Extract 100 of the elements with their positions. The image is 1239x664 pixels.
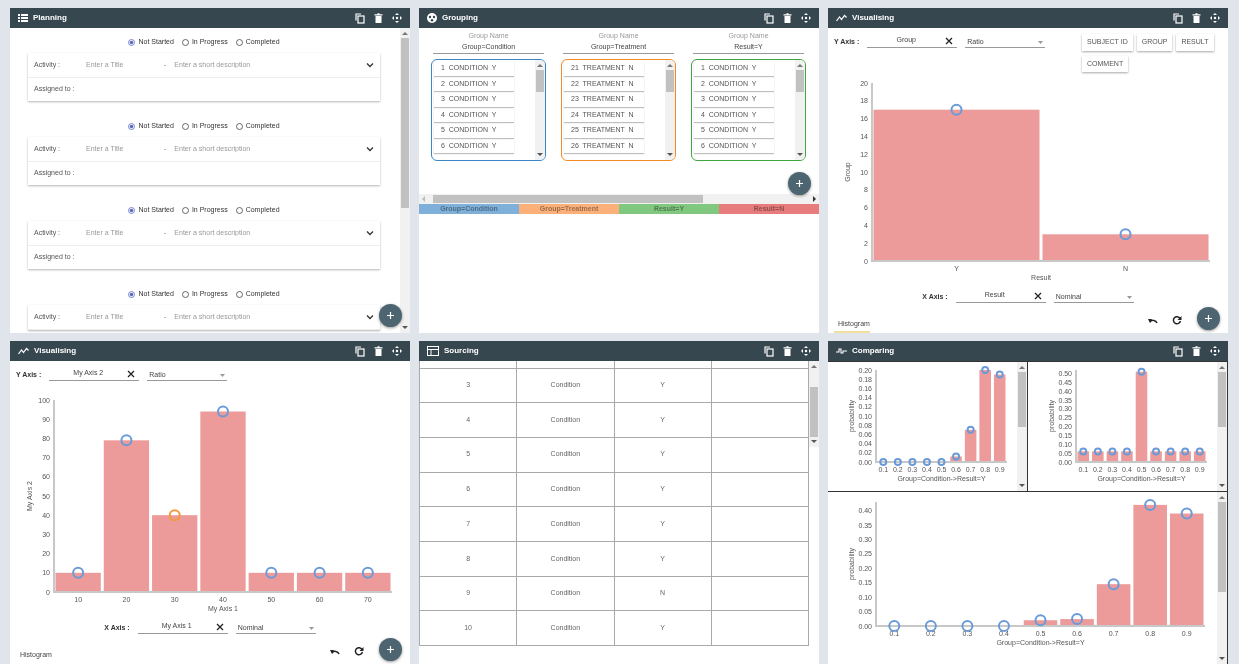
radio-icon[interactable] <box>128 206 136 214</box>
scrollbar[interactable] <box>1217 492 1227 664</box>
data-point-marker[interactable] <box>1107 578 1120 591</box>
trash-icon[interactable] <box>374 346 383 356</box>
copy-icon[interactable] <box>764 12 774 24</box>
data-point-marker[interactable] <box>997 620 1010 632</box>
add-button[interactable] <box>1197 307 1220 330</box>
radio-icon[interactable] <box>181 206 189 214</box>
step-line-icon <box>836 346 847 356</box>
trash-icon[interactable] <box>783 13 792 23</box>
add-button[interactable] <box>379 304 402 327</box>
data-point-marker[interactable] <box>908 458 917 466</box>
data-point-marker[interactable] <box>879 458 888 466</box>
data-point-marker[interactable] <box>952 452 961 461</box>
scrollbar[interactable] <box>809 361 819 447</box>
scrollbar[interactable] <box>665 60 675 160</box>
horizontal-scrollbar[interactable] <box>419 194 819 204</box>
radio-icon[interactable] <box>128 290 136 298</box>
radio-icon[interactable] <box>181 122 189 130</box>
radio-icon[interactable] <box>235 122 243 130</box>
data-point-marker[interactable] <box>1071 613 1084 626</box>
radio-icon[interactable] <box>128 38 136 46</box>
data-point-marker[interactable] <box>1137 367 1146 376</box>
move-icon[interactable] <box>1210 346 1220 356</box>
data-point-marker[interactable] <box>1152 447 1161 456</box>
data-point-marker[interactable] <box>120 434 133 447</box>
data-point-marker[interactable] <box>265 566 278 579</box>
caret-icon <box>220 373 226 377</box>
plus-icon <box>795 179 804 188</box>
clear-icon[interactable] <box>215 622 224 631</box>
copy-icon[interactable] <box>1173 345 1183 357</box>
scrollbar[interactable] <box>795 60 805 160</box>
radio-icon[interactable] <box>181 38 189 46</box>
data-point-marker[interactable] <box>313 566 326 579</box>
radio-icon[interactable] <box>181 290 189 298</box>
refresh-icon[interactable] <box>354 646 364 656</box>
move-icon[interactable] <box>1210 13 1220 23</box>
caret-icon <box>1126 295 1132 299</box>
plus-icon <box>386 645 395 654</box>
move-icon[interactable] <box>801 13 811 23</box>
clear-icon[interactable] <box>945 36 954 45</box>
add-button[interactable] <box>379 638 402 661</box>
data-point-marker[interactable] <box>1180 507 1193 520</box>
data-point-marker[interactable] <box>893 458 902 466</box>
data-point-marker[interactable] <box>1079 447 1088 456</box>
scrollbar[interactable] <box>1017 362 1027 491</box>
data-point-marker[interactable] <box>966 425 975 434</box>
data-point-marker[interactable] <box>1119 228 1132 241</box>
move-icon[interactable] <box>392 13 402 23</box>
copy-icon[interactable] <box>355 12 365 24</box>
circle-dots-icon <box>427 13 437 23</box>
clear-icon[interactable] <box>1033 291 1042 300</box>
panel-title: Comparing <box>852 345 895 357</box>
data-point-marker[interactable] <box>1093 447 1102 456</box>
data-point-marker[interactable] <box>1122 447 1131 456</box>
line-chart-icon <box>836 13 847 23</box>
trash-icon[interactable] <box>1192 346 1201 356</box>
move-icon[interactable] <box>801 346 811 356</box>
panel-title: Grouping <box>442 12 478 24</box>
move-icon[interactable] <box>392 346 402 356</box>
table-icon <box>427 346 439 356</box>
data-point-marker[interactable] <box>961 620 974 632</box>
trash-icon[interactable] <box>1192 13 1201 23</box>
trash-icon[interactable] <box>783 346 792 356</box>
data-point-marker[interactable] <box>168 509 181 522</box>
scrollbar[interactable] <box>400 28 410 333</box>
data-point-marker[interactable] <box>937 458 946 466</box>
data-point-marker[interactable] <box>888 620 901 632</box>
trash-icon[interactable] <box>374 13 383 23</box>
data-point-marker[interactable] <box>924 620 937 632</box>
copy-icon[interactable] <box>355 345 365 357</box>
chevron-icon[interactable] <box>366 146 374 152</box>
data-point-marker[interactable] <box>995 370 1004 379</box>
data-point-marker[interactable] <box>361 566 374 579</box>
data-point-marker[interactable] <box>1181 447 1190 456</box>
radio-icon[interactable] <box>128 122 136 130</box>
data-point-marker[interactable] <box>1108 447 1117 456</box>
data-point-marker[interactable] <box>217 405 229 418</box>
data-point-marker[interactable] <box>950 103 963 116</box>
data-point-marker[interactable] <box>1144 498 1157 511</box>
data-point-marker[interactable] <box>1034 614 1047 627</box>
copy-icon[interactable] <box>764 345 774 357</box>
clear-icon[interactable] <box>127 369 136 378</box>
copy-icon[interactable] <box>1173 12 1183 24</box>
plus-icon <box>1204 314 1213 323</box>
radio-icon[interactable] <box>235 290 243 298</box>
chevron-icon[interactable] <box>366 230 374 236</box>
data-point-marker[interactable] <box>1166 447 1175 456</box>
add-button[interactable] <box>788 172 811 195</box>
data-point-marker[interactable] <box>981 366 990 374</box>
scrollbar[interactable] <box>535 60 545 160</box>
refresh-icon[interactable] <box>1172 315 1182 325</box>
chevron-icon[interactable] <box>366 62 374 68</box>
data-point-marker[interactable] <box>922 458 931 466</box>
radio-icon[interactable] <box>235 38 243 46</box>
data-point-marker[interactable] <box>1195 447 1204 456</box>
radio-icon[interactable] <box>235 206 243 214</box>
chevron-icon[interactable] <box>366 314 374 320</box>
data-point-marker[interactable] <box>72 566 85 579</box>
scrollbar[interactable] <box>1217 362 1227 491</box>
